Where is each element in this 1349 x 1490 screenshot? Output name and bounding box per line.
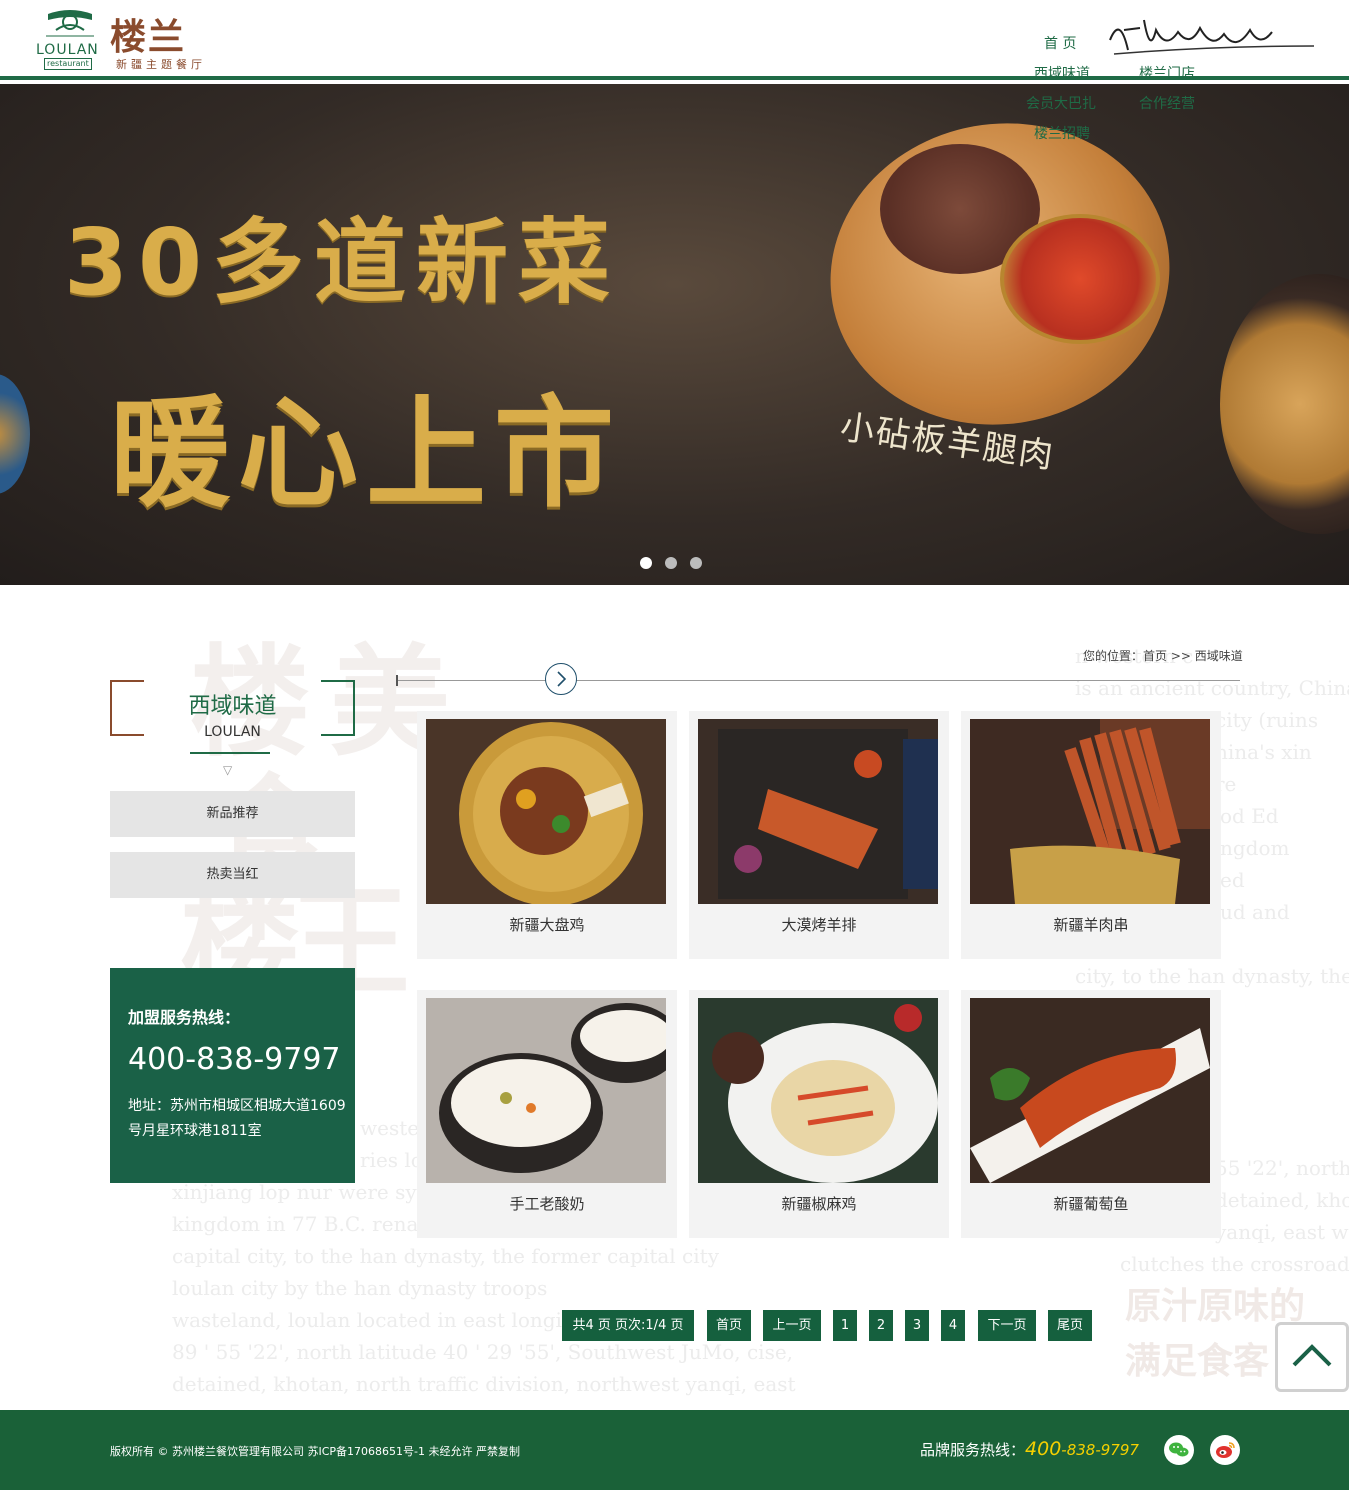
product-name[interactable]: 新疆大盘鸡 bbox=[417, 912, 677, 938]
watermark-text: wasteland, loulan located in east longit… bbox=[172, 1308, 608, 1332]
hotline-number[interactable]: 400-838-9797 bbox=[128, 1042, 341, 1077]
product-image[interactable] bbox=[698, 998, 938, 1183]
site-footer: 版权所有 © 苏州楼兰餐饮管理有限公司 苏ICP备17068651号-1 未经允… bbox=[0, 1410, 1349, 1490]
carousel-dots bbox=[640, 554, 715, 573]
footer-hotline-prefix: 400 bbox=[1025, 1438, 1062, 1460]
watermark-text: ries lo bbox=[360, 1148, 423, 1172]
banner-subheadline: 暖心上市 bbox=[110, 385, 622, 524]
watermark-text: clutches the crossroads of bbox=[1120, 1252, 1349, 1276]
pagination-page-4[interactable]: 4 bbox=[941, 1310, 965, 1341]
sidebar-heading: 西域味道 LOULAN bbox=[110, 680, 355, 740]
sidebar-title: 西域味道 bbox=[188, 694, 277, 719]
sidebar-item-new[interactable]: 新品推荐 bbox=[110, 791, 355, 837]
weibo-icon bbox=[1216, 1442, 1235, 1458]
pagination-first[interactable]: 首页 bbox=[707, 1310, 751, 1341]
watermark-text: ud and bbox=[1220, 900, 1290, 924]
product-image[interactable] bbox=[426, 719, 666, 904]
divider-badge bbox=[545, 663, 577, 695]
pagination-prev[interactable]: 上一页 bbox=[763, 1310, 821, 1341]
brand-logo[interactable]: LOULAN restaurant 楼兰 新疆主题餐厅 bbox=[34, 8, 224, 72]
product-name[interactable]: 手工老酸奶 bbox=[417, 1191, 677, 1217]
sidebar-underline bbox=[190, 752, 270, 754]
carousel-dot-3[interactable] bbox=[690, 557, 702, 569]
watermark-text: loulan city by the han dynasty troops bbox=[172, 1276, 548, 1300]
logo-text-cn: 楼兰 bbox=[110, 16, 187, 58]
watermark-text: city (ruins bbox=[1215, 708, 1319, 732]
logo-text-restaurant: restaurant bbox=[44, 58, 92, 70]
pagination-page-3[interactable]: 3 bbox=[905, 1310, 929, 1341]
nav-item-cooperation[interactable]: 合作经营 bbox=[1139, 93, 1195, 113]
carousel-dot-2[interactable] bbox=[665, 557, 677, 569]
footer-copyright: 版权所有 © 苏州楼兰餐饮管理有限公司 苏ICP备17068651号-1 未经允… bbox=[110, 1445, 520, 1458]
nav-item-jobs[interactable]: 楼兰招聘 bbox=[1034, 123, 1090, 143]
watermark-text: is an ancient country, China's w bbox=[1075, 676, 1349, 700]
product-card[interactable]: 手工老酸奶 bbox=[417, 990, 677, 1238]
product-card[interactable]: 新疆羊肉串 bbox=[961, 711, 1221, 959]
footer-hotline-number: -838-9797 bbox=[1061, 1441, 1139, 1459]
pagination-last[interactable]: 尾页 bbox=[1048, 1310, 1092, 1341]
weibo-button[interactable] bbox=[1210, 1435, 1240, 1465]
watermark-text: 89 ' 55 '22', north latitude 40 ' 29 '55… bbox=[172, 1340, 794, 1364]
watermark-text: ed bbox=[1220, 868, 1245, 892]
product-card[interactable]: 新疆椒麻鸡 bbox=[689, 990, 949, 1238]
watermark-text: 55 '22', north la bbox=[1215, 1156, 1349, 1180]
watermark-text: od Ed bbox=[1220, 804, 1279, 828]
section-divider bbox=[396, 680, 1240, 681]
product-image[interactable] bbox=[970, 719, 1210, 904]
nav-item-flavors[interactable]: 西域味道 bbox=[1034, 63, 1090, 83]
product-card[interactable]: 大漠烤羊排 bbox=[689, 711, 949, 959]
banner-pan-dish bbox=[1220, 274, 1349, 534]
breadcrumb[interactable]: 您的位置：首页 >> 西域味道 bbox=[1083, 647, 1243, 664]
banner-dish-left bbox=[0, 374, 30, 494]
watermark-text: yanqi, east whe bbox=[1215, 1220, 1349, 1244]
pagination-page-2[interactable]: 2 bbox=[869, 1310, 893, 1341]
section-divider-tick bbox=[396, 675, 398, 686]
wechat-icon bbox=[1169, 1442, 1189, 1457]
product-image[interactable] bbox=[970, 998, 1210, 1183]
watermark-text: capital city, to the han dynasty, the fo… bbox=[172, 1244, 719, 1268]
chevron-right-icon bbox=[557, 671, 567, 687]
franchise-hotline-box: 加盟服务热线： 400-838-9797 地址：苏州市相城区相城大道1609号月… bbox=[110, 968, 355, 1183]
product-name[interactable]: 新疆葡萄鱼 bbox=[961, 1191, 1221, 1217]
watermark-text: city, to the han dynasty, the fo bbox=[1075, 964, 1349, 988]
nav-item-members[interactable]: 会员大巴扎 bbox=[1026, 93, 1096, 113]
pagination-summary: 共4 页 页次:1/4 页 bbox=[562, 1310, 694, 1341]
product-card[interactable]: 新疆大盘鸡 bbox=[417, 711, 677, 959]
nav-item-stores[interactable]: 楼兰门店 bbox=[1139, 63, 1195, 83]
logo-text-en: LOULAN bbox=[36, 42, 99, 58]
pagination-page-1[interactable]: 1 bbox=[833, 1310, 857, 1341]
hero-banner[interactable]: 30多道新菜 暖心上市 小砧板羊腿肉 bbox=[0, 84, 1349, 585]
carousel-dot-1[interactable] bbox=[640, 557, 652, 569]
banner-chili-bowl bbox=[1000, 214, 1160, 344]
sidebar-subtitle: LOULAN bbox=[204, 724, 261, 740]
watermark-text: detained, khota bbox=[1215, 1188, 1349, 1212]
watermark-text: ngdom bbox=[1220, 836, 1290, 860]
banner-headline: 30多道新菜 bbox=[64, 209, 621, 316]
product-card[interactable]: 新疆葡萄鱼 bbox=[961, 990, 1221, 1238]
footer-hotline: 品牌服务热线：400-838-9797 bbox=[920, 1438, 1139, 1460]
product-image[interactable] bbox=[426, 998, 666, 1183]
watermark-text: 原汁原味的 bbox=[1125, 1285, 1306, 1327]
handwritten-signature bbox=[1109, 19, 1315, 55]
product-image[interactable] bbox=[698, 719, 938, 904]
hotline-address: 地址：苏州市相城区相城大道1609号月星环球港1811室 bbox=[128, 1098, 346, 1139]
sidebar-item-hot[interactable]: 热卖当红 bbox=[110, 852, 355, 898]
pagination-next[interactable]: 下一页 bbox=[978, 1310, 1036, 1341]
back-to-top-button[interactable] bbox=[1275, 1322, 1349, 1392]
hotline-label: 加盟服务热线： bbox=[128, 1008, 241, 1027]
wechat-button[interactable] bbox=[1164, 1435, 1194, 1465]
triangle-down-icon: ▽ bbox=[223, 763, 233, 777]
product-name[interactable]: 新疆椒麻鸡 bbox=[689, 1191, 949, 1217]
watermark-text: 满足食客 bbox=[1125, 1340, 1270, 1382]
footer-hotline-label: 品牌服务热线： bbox=[920, 1441, 1026, 1459]
logo-tagline: 新疆主题餐厅 bbox=[116, 58, 206, 71]
product-name[interactable]: 大漠烤羊排 bbox=[689, 912, 949, 938]
product-name[interactable]: 新疆羊肉串 bbox=[961, 912, 1221, 938]
back-to-top-icon bbox=[1292, 1344, 1332, 1367]
nav-item-home[interactable]: 首 页 bbox=[1044, 33, 1076, 53]
watermark-text: hina's xin bbox=[1215, 740, 1312, 764]
watermark-text: detained, khotan, north traffic division… bbox=[172, 1372, 796, 1396]
